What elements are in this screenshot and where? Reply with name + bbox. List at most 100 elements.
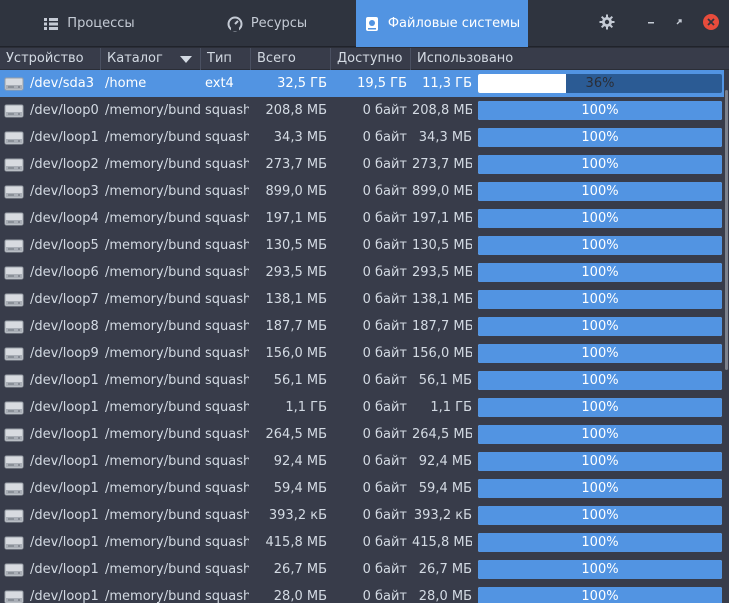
mount-cell: /memory/bundl [105, 562, 200, 577]
device-cell: /dev/loop14 [30, 481, 98, 496]
mount-cell: /memory/bundl [105, 508, 200, 523]
col-total-header[interactable]: Всего [251, 48, 331, 70]
table-row[interactable]: /dev/loop2/memory/bundl squashf 273,7 МБ 0 … [0, 151, 724, 178]
table-row[interactable]: /dev/loop10/memory/bundl squashf 56,1 МБ 0 … [0, 367, 724, 394]
device-cell: /dev/loop5 [30, 238, 98, 253]
usage-bar: 100% [478, 263, 722, 282]
mount-cell: /memory/bundl [105, 211, 200, 226]
harddisk-icon [4, 421, 26, 448]
free-cell: 0 байт [362, 238, 407, 253]
total-cell: 138,1 МБ [265, 292, 327, 307]
mount-cell: /memory/bundl [105, 589, 200, 603]
table-row[interactable]: /dev/sda3/home ext4 32,5 ГБ 19,5 ГБ 11,3 ГБ 3… [0, 70, 724, 97]
harddisk-icon [4, 394, 26, 421]
used-cell: 11,3 ГБ [422, 76, 472, 91]
used-cell: 34,3 МБ [418, 130, 472, 145]
total-cell: 92,4 МБ [273, 454, 327, 469]
mount-cell: /memory/bundl [105, 481, 200, 496]
device-cell: /dev/loop10 [30, 373, 98, 388]
harddisk-icon [4, 232, 26, 259]
usage-bar: 100% [478, 344, 722, 363]
table-row[interactable]: /dev/loop18/memory/bundl squashf 28,0 МБ 0 … [0, 583, 724, 603]
device-cell: /dev/loop0 [30, 103, 98, 118]
total-cell: 156,0 МБ [265, 346, 327, 361]
mount-cell: /memory/bundl [105, 535, 200, 550]
col-free-header[interactable]: Доступно [331, 48, 411, 70]
col-type-header[interactable]: Тип [201, 48, 251, 70]
table-rows: /dev/sda3/home ext4 32,5 ГБ 19,5 ГБ 11,3 ГБ 3… [0, 70, 724, 603]
tab-resources-label: Ресурсы [250, 16, 308, 31]
harddisk-icon [4, 70, 26, 97]
type-cell: ext4 [205, 76, 234, 91]
usage-percent: 100% [581, 292, 619, 307]
mount-cell: /memory/bundl [105, 184, 200, 199]
scrollbar-thumb[interactable] [725, 90, 728, 370]
usage-percent: 100% [581, 130, 619, 145]
table-row[interactable]: /dev/loop15/memory/bundl squashf 393,2 кБ 0… [0, 502, 724, 529]
harddisk-icon [4, 556, 26, 583]
mount-cell: /memory/bundl [105, 130, 200, 145]
harddisk-icon [4, 448, 26, 475]
free-cell: 0 байт [362, 157, 407, 172]
free-cell: 0 байт [362, 319, 407, 334]
gauge-icon [227, 16, 243, 32]
usage-percent: 100% [581, 454, 619, 469]
table-row[interactable]: /dev/loop6/memory/bundl squashf 293,5 МБ 0 … [0, 259, 724, 286]
maximize-button[interactable] [668, 0, 690, 47]
type-cell: squashf [205, 508, 249, 523]
mount-cell: /memory/bundl [105, 373, 200, 388]
table-row[interactable]: /dev/loop5/memory/bundl squashf 130,5 МБ 0 … [0, 232, 724, 259]
table-row[interactable]: /dev/loop17/memory/bundl squashf 26,7 МБ 0 … [0, 556, 724, 583]
table-row[interactable]: /dev/loop8/memory/bundl squashf 187,7 МБ 0 … [0, 313, 724, 340]
minimize-button[interactable] [640, 0, 662, 47]
mount-cell: /memory/bundl [105, 319, 200, 334]
tab-resources[interactable]: Ресурсы [178, 0, 356, 47]
table-row[interactable]: /dev/loop0/memory/bundl squashf 208,8 МБ 0 … [0, 97, 724, 124]
type-cell: squashf [205, 346, 249, 361]
col-device-header[interactable]: Устройство [0, 48, 101, 70]
table-row[interactable]: /dev/loop4/memory/bundl squashf 197,1 МБ 0 … [0, 205, 724, 232]
table-row[interactable]: /dev/loop13/memory/bundl squashf 92,4 МБ 0 … [0, 448, 724, 475]
mount-cell: /memory/bundl [105, 238, 200, 253]
table-row[interactable]: /dev/loop7/memory/bundl squashf 138,1 МБ 0 … [0, 286, 724, 313]
col-mount-header[interactable]: Каталог [101, 48, 201, 70]
table-row[interactable]: /dev/loop14/memory/bundl squashf 59,4 МБ 0 … [0, 475, 724, 502]
tab-filesystems[interactable]: Файловые системы [356, 0, 528, 47]
table-row[interactable]: /dev/loop1/memory/bundl squashf 34,3 МБ 0 б… [0, 124, 724, 151]
minimize-icon [646, 16, 656, 31]
table-row[interactable]: /dev/loop3/memory/bundl squashf 899,0 МБ 0 … [0, 178, 724, 205]
tab-filesystems-label: Файловые системы [387, 16, 521, 31]
total-cell: 1,1 ГБ [285, 400, 327, 415]
usage-percent: 100% [581, 373, 619, 388]
used-cell: 415,8 МБ [412, 535, 472, 550]
total-cell: 34,3 МБ [273, 130, 327, 145]
vertical-scrollbar[interactable] [724, 70, 729, 603]
drive-icon [364, 16, 380, 32]
close-button[interactable] [698, 0, 724, 47]
usage-bar: 100% [478, 560, 722, 579]
harddisk-icon [4, 340, 26, 367]
tab-processes[interactable]: Процессы [0, 0, 178, 47]
type-cell: squashf [205, 184, 249, 199]
usage-percent: 100% [581, 265, 619, 280]
total-cell: 393,2 кБ [268, 508, 327, 523]
close-icon [702, 13, 720, 35]
table-row[interactable]: /dev/loop9/memory/bundl squashf 156,0 МБ 0 … [0, 340, 724, 367]
table-row[interactable]: /dev/loop11/memory/bundl squashf 1,1 ГБ 0 б… [0, 394, 724, 421]
total-cell: 56,1 МБ [273, 373, 327, 388]
harddisk-icon [4, 313, 26, 340]
device-cell: /dev/loop3 [30, 184, 98, 199]
device-cell: /dev/loop11 [30, 400, 98, 415]
table-row[interactable]: /dev/loop12/memory/bundl squashf 264,5 МБ 0… [0, 421, 724, 448]
gear-icon [599, 14, 615, 34]
total-cell: 59,4 МБ [273, 481, 327, 496]
col-used-header[interactable]: Использовано [411, 48, 724, 70]
table-row[interactable]: /dev/loop16/memory/bundl squashf 415,8 МБ 0… [0, 529, 724, 556]
usage-percent: 100% [581, 319, 619, 334]
total-cell: 415,8 МБ [265, 535, 327, 550]
mount-cell: /memory/bundl [105, 292, 200, 307]
type-cell: squashf [205, 238, 249, 253]
settings-button[interactable] [592, 0, 622, 47]
harddisk-icon [4, 205, 26, 232]
total-cell: 26,7 МБ [273, 562, 327, 577]
